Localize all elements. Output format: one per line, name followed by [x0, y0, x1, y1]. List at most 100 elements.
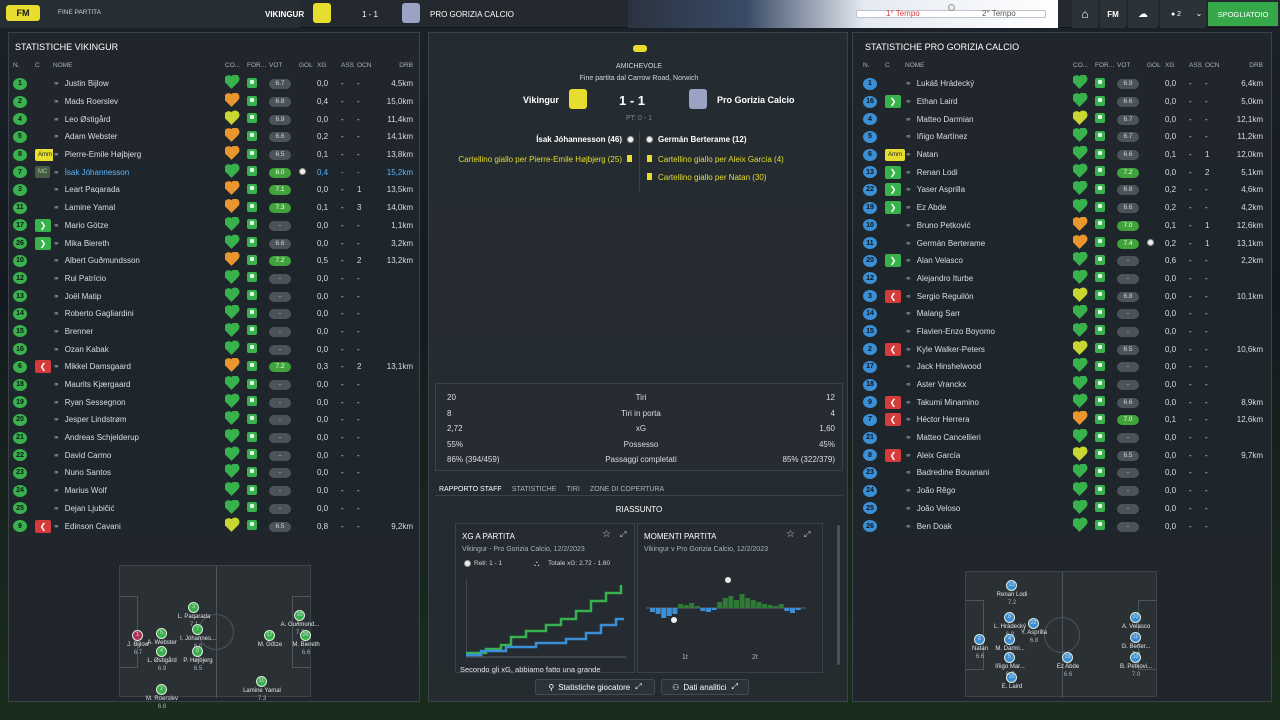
player-row[interactable]: 7 MC ⚭ Ísak Jóhannesson 8.0 0,4 - - 15,2km: [13, 163, 413, 181]
tab-coverage-zones[interactable]: ZONE DI COPERTURA: [590, 486, 664, 493]
player-row[interactable]: 17 ⚭ Jack Hinshelwood - 0,0 - -: [863, 358, 1263, 376]
col-xg[interactable]: XG: [317, 55, 341, 75]
player-row[interactable]: 2 ❮ ⚭ Kyle Walker-Peters 6.5 0,0 - - 10,6km: [863, 340, 1263, 358]
player-row[interactable]: 8 Amm ⚭ Pierre-Emile Højbjerg 6.5 0,1 - - 13,8km: [13, 146, 413, 164]
player-name[interactable]: Ryan Sessegnon: [65, 398, 126, 407]
player-row[interactable]: 11 ⚭ Lamine Yamal 7.3 0,1 - 3 14,0km: [13, 199, 413, 217]
pitch-player-dot[interactable]: 10: [294, 610, 305, 621]
player-name[interactable]: Leo Østigård: [65, 115, 111, 124]
player-name[interactable]: Dejan Ljubičić: [65, 504, 115, 513]
player-name[interactable]: Alejandro Iturbe: [917, 274, 973, 283]
star-icon[interactable]: ☆: [602, 529, 611, 540]
col-name[interactable]: NOME: [905, 55, 1073, 75]
player-name[interactable]: Mikkel Damsgaard: [65, 362, 131, 371]
player-name[interactable]: Ethan Laird: [917, 97, 958, 106]
player-name[interactable]: Adam Webster: [65, 132, 118, 141]
player-row[interactable]: 14 ⚭ Malang Sarr - 0,0 - -: [863, 305, 1263, 323]
col-form[interactable]: FOR...: [1095, 55, 1117, 75]
player-row[interactable]: 19 ❯ ⚭ Ez Abde 6.6 0,2 - - 4,2km: [863, 199, 1263, 217]
pitch-player-dot[interactable]: 20: [1130, 612, 1141, 623]
pitch-player-dot[interactable]: 4: [1004, 634, 1015, 645]
player-name[interactable]: Aleix García: [917, 451, 961, 460]
player-row[interactable]: 13 ❯ ⚭ Renan Lodi 7.2 0,0 - 2 5,1km: [863, 163, 1263, 181]
player-row[interactable]: 7 ❮ ⚭ Héctor Herrera 7.0 0,1 - - 12,6km: [863, 411, 1263, 429]
player-name[interactable]: Nuno Santos: [65, 468, 111, 477]
tab-statistics[interactable]: STATISTICHE: [512, 486, 556, 493]
player-name[interactable]: Albert Guðmundsson: [65, 256, 140, 265]
player-row[interactable]: 5 ⚭ Iñigo Martínez 6.7 0,0 - - 11,2km: [863, 128, 1263, 146]
player-name[interactable]: Pierre-Emile Højbjerg: [65, 150, 141, 159]
player-row[interactable]: 4 ⚭ Matteo Darmian 6.7 0,0 - - 12,1km: [863, 110, 1263, 128]
player-row[interactable]: 18 ⚭ Maurits Kjærgaard - 0,0 - -: [13, 376, 413, 394]
pitch-player-dot[interactable]: 11: [1130, 632, 1141, 643]
player-row[interactable]: 18 ⚭ Aster Vranckx - 0,0 - -: [863, 376, 1263, 394]
player-name[interactable]: Renan Lodi: [917, 168, 958, 177]
player-row[interactable]: 21 ⚭ Matteo Cancellieri - 0,0 - -: [863, 429, 1263, 447]
player-name[interactable]: Joël Matip: [65, 292, 101, 301]
player-row[interactable]: 24 ⚭ João Rêgo - 0,0 - -: [863, 482, 1263, 500]
player-name[interactable]: Justin Bijlow: [65, 79, 109, 88]
player-name[interactable]: Jesper Lindstrøm: [65, 415, 127, 424]
player-name[interactable]: Iñigo Martínez: [917, 132, 968, 141]
player-row[interactable]: 26 ❯ ⚭ Mika Biereth 6.6 0,0 - - 3,2km: [13, 234, 413, 252]
player-row[interactable]: 1 ⚭ Justin Bijlow 6.7 0,0 - - 4,5km: [13, 75, 413, 93]
col-condition[interactable]: CO...: [1073, 55, 1095, 75]
expand-icon[interactable]: ⤢: [804, 530, 810, 540]
player-name[interactable]: Matteo Darmian: [917, 115, 974, 124]
pitch-player-dot[interactable]: 10: [1130, 652, 1141, 663]
player-row[interactable]: 16 ⚭ Ozan Kabak - 0,0 - -: [13, 340, 413, 358]
player-name[interactable]: Brenner: [65, 327, 93, 336]
player-name[interactable]: Mads Roerslev: [65, 97, 118, 106]
pitch-player-dot[interactable]: 16: [1006, 672, 1017, 683]
player-name[interactable]: Kyle Walker-Peters: [917, 345, 985, 354]
player-row[interactable]: 13 ⚭ Joël Matip - 0,0 - -: [13, 287, 413, 305]
player-name[interactable]: Malang Sarr: [917, 309, 961, 318]
player-name[interactable]: Sergio Reguilón: [917, 292, 974, 301]
col-rating[interactable]: VOT: [1117, 55, 1147, 75]
player-name[interactable]: Aster Vranckx: [917, 380, 967, 389]
player-name[interactable]: Ozan Kabak: [65, 345, 109, 354]
summary-scrollbar[interactable]: [837, 525, 840, 665]
player-name[interactable]: João Veloso: [917, 504, 961, 513]
dressing-room-button[interactable]: SPOGLIATOIO: [1208, 2, 1278, 26]
pitch-player-dot[interactable]: 8: [192, 646, 203, 657]
col-distance[interactable]: DRB: [379, 55, 413, 75]
player-row[interactable]: 5 ⚭ Adam Webster 6.6 0,2 - - 14,1km: [13, 128, 413, 146]
player-row[interactable]: 9 ❮ ⚭ Edinson Cavani 6.5 0,8 - - 9,2km: [13, 517, 413, 535]
player-row[interactable]: 26 ⚭ Ben Doak - 0,0 - -: [863, 517, 1263, 535]
player-row[interactable]: 6 ❮ ⚭ Mikkel Damsgaard 7.2 0,3 - 2 13,1km: [13, 358, 413, 376]
player-name[interactable]: Jack Hinshelwood: [917, 362, 981, 371]
player-name[interactable]: Badredine Bouanani: [917, 468, 990, 477]
pitch-player-dot[interactable]: 8: [1004, 612, 1015, 623]
player-name[interactable]: Edinson Cavani: [65, 522, 121, 531]
player-row[interactable]: 14 ⚭ Roberto Gagliardini - 0,0 - -: [13, 305, 413, 323]
player-row[interactable]: 2 ⚭ Mads Roerslev 6.8 0,4 - - 15,0km: [13, 93, 413, 111]
col-distance[interactable]: DRB: [1227, 55, 1263, 75]
player-name[interactable]: Maurits Kjærgaard: [65, 380, 131, 389]
pitch-player-dot[interactable]: 17: [264, 630, 275, 641]
star-icon[interactable]: ☆: [786, 529, 795, 540]
player-name[interactable]: Alan Velasco: [917, 256, 963, 265]
col-n[interactable]: N.: [13, 55, 35, 75]
col-assists[interactable]: ASS: [341, 55, 357, 75]
col-chances[interactable]: OCN: [1205, 55, 1227, 75]
away-team[interactable]: Pro Gorizia Calcio: [717, 95, 795, 105]
col-assists[interactable]: ASS: [1189, 55, 1205, 75]
col-n[interactable]: N.: [863, 55, 885, 75]
home-button[interactable]: ⌂: [1072, 0, 1098, 28]
home-team[interactable]: Vikingur: [523, 95, 559, 105]
player-name[interactable]: Natan: [917, 150, 938, 159]
player-name[interactable]: Lamine Yamal: [65, 203, 115, 212]
player-row[interactable]: 6 Amm ⚭ Natan 6.6 0,1 - 1 12,0km: [863, 146, 1263, 164]
player-row[interactable]: 24 ⚭ Marius Wolf - 0,0 - -: [13, 482, 413, 500]
player-row[interactable]: 3 ❮ ⚭ Sergio Reguilón 6.8 0,0 - - 10,1km: [863, 287, 1263, 305]
player-row[interactable]: 10 ⚭ Albert Guðmundsson 7.2 0,5 - 2 13,2km: [13, 252, 413, 270]
people-button[interactable]: ● 2: [1160, 0, 1192, 28]
player-row[interactable]: 19 ⚭ Ryan Sessegnon - 0,0 - -: [13, 393, 413, 411]
player-row[interactable]: 25 ⚭ João Veloso - 0,0 - -: [863, 500, 1263, 518]
pitch-player-dot[interactable]: 4: [156, 646, 167, 657]
pitch-player-dot[interactable]: 2: [156, 684, 167, 695]
player-row[interactable]: 12 ⚭ Rui Patrício - 0,0 - -: [13, 270, 413, 288]
col-c[interactable]: C: [35, 55, 53, 75]
player-row[interactable]: 1 ⚭ Lukáš Hrádecký 6.9 0,0 - - 6,4km: [863, 75, 1263, 93]
